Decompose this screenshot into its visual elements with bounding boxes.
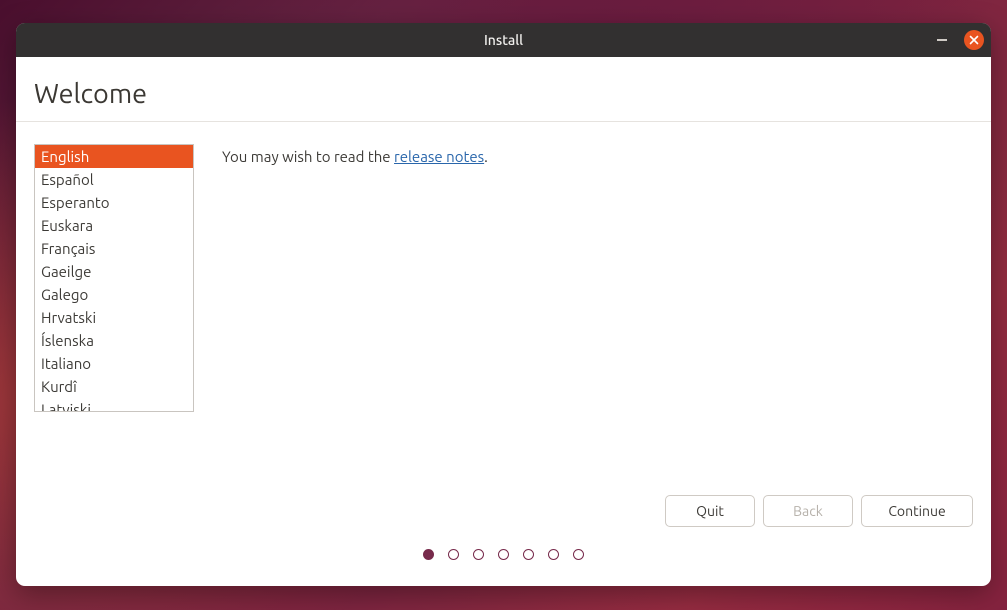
progress-dot [498,549,509,560]
language-item[interactable]: Galego [35,283,193,306]
desktop-background: Install Welcome EnglishEspañolEsperantoE… [0,0,1007,610]
minimize-button[interactable] [932,30,952,50]
language-item[interactable]: Esperanto [35,191,193,214]
language-item[interactable]: Íslenska [35,329,193,352]
page-title: Welcome [34,79,973,109]
language-item[interactable]: Kurdî [35,375,193,398]
progress-indicator [16,549,991,586]
language-list[interactable]: EnglishEspañolEsperantoEuskaraFrançaisGa… [34,144,194,412]
footer-buttons: Quit Back Continue [16,479,991,549]
progress-dot [448,549,459,560]
language-item[interactable]: Euskara [35,214,193,237]
titlebar[interactable]: Install [16,23,991,57]
content-pane: You may wish to read the release notes. [222,144,973,479]
language-item[interactable]: Latviski [35,398,193,412]
language-item[interactable]: Español [35,168,193,191]
progress-dot [423,549,434,560]
release-notes-text-suffix: . [484,148,488,165]
window-controls [932,30,984,50]
back-button[interactable]: Back [763,495,853,527]
release-notes-text-prefix: You may wish to read the [222,148,394,165]
continue-button[interactable]: Continue [861,495,973,527]
language-item[interactable]: Gaeilge [35,260,193,283]
progress-dot [548,549,559,560]
page-body: EnglishEspañolEsperantoEuskaraFrançaisGa… [16,122,991,479]
close-button[interactable] [964,30,984,50]
progress-dot [523,549,534,560]
window-title: Install [484,32,523,48]
language-item[interactable]: English [35,145,193,168]
release-notes-link[interactable]: release notes [394,148,484,165]
close-icon [969,35,979,45]
language-item[interactable]: Italiano [35,352,193,375]
language-item[interactable]: Hrvatski [35,306,193,329]
quit-button[interactable]: Quit [665,495,755,527]
page-header: Welcome [16,57,991,121]
language-item[interactable]: Français [35,237,193,260]
progress-dot [473,549,484,560]
installer-window: Install Welcome EnglishEspañolEsperantoE… [16,23,991,586]
progress-dot [573,549,584,560]
